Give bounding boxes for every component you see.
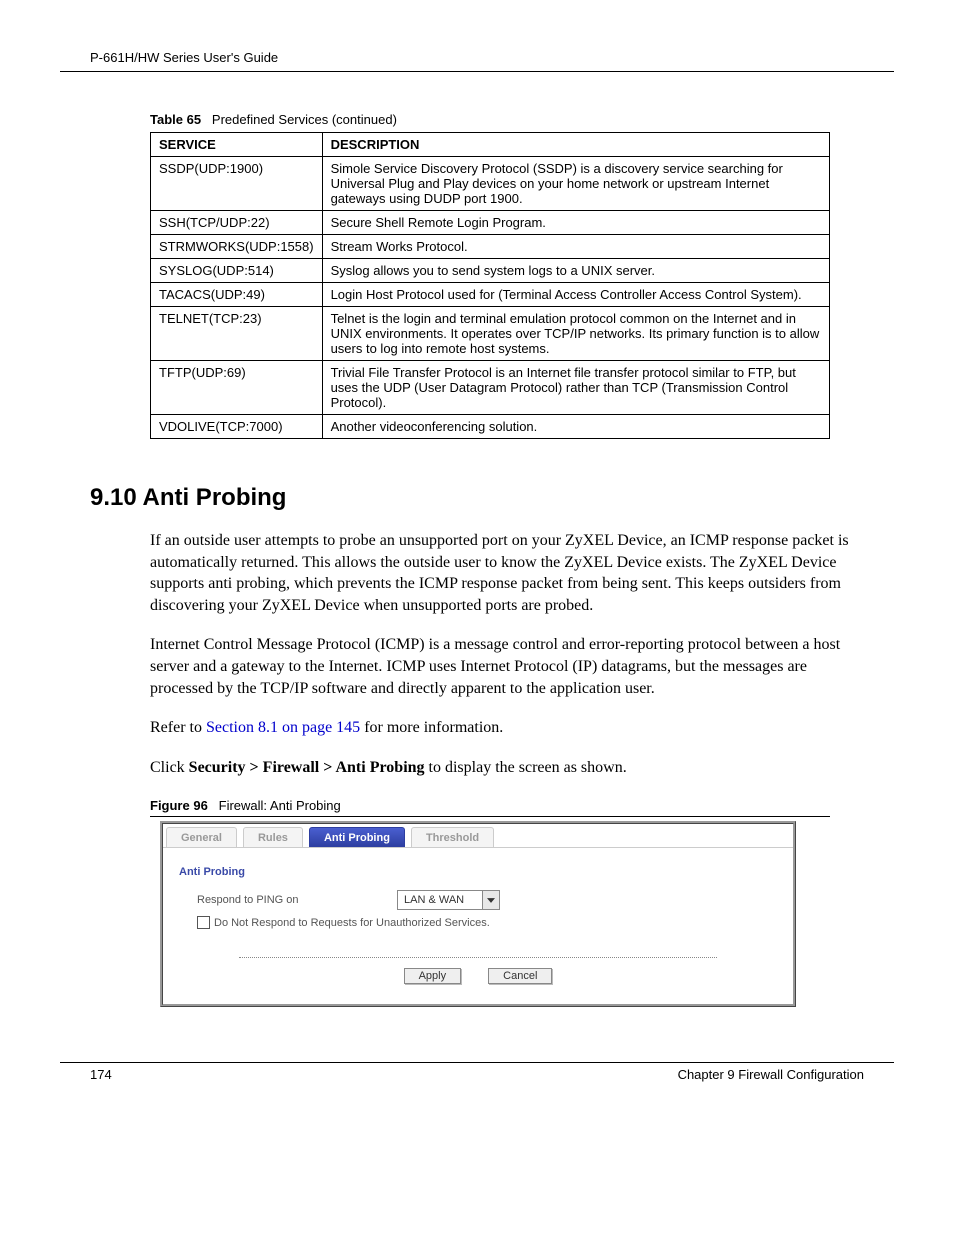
table-caption-text: Predefined Services (continued): [212, 112, 397, 127]
tab-threshold[interactable]: Threshold: [411, 827, 494, 847]
paragraph-1: If an outside user attempts to probe an …: [150, 530, 864, 616]
firewall-screenshot: General Rules Anti Probing Threshold Ant…: [160, 821, 796, 1007]
nav-path: Security > Firewall > Anti Probing: [189, 759, 425, 776]
figure-caption: Figure 96 Firewall: Anti Probing: [150, 798, 830, 817]
paragraph-3: Refer to Section 8.1 on page 145 for mor…: [150, 717, 864, 739]
figure-caption-text: Firewall: Anti Probing: [219, 798, 341, 813]
table-row: TACACS(UDP:49)Login Host Protocol used f…: [151, 283, 830, 307]
col-description: DESCRIPTION: [322, 133, 829, 157]
table-row: VDOLIVE(TCP:7000)Another videoconferenci…: [151, 415, 830, 439]
apply-button[interactable]: Apply: [404, 968, 462, 984]
cross-ref-link[interactable]: Section 8.1 on page 145: [206, 719, 360, 736]
tab-general[interactable]: General: [166, 827, 237, 847]
table-row: TELNET(TCP:23)Telnet is the login and te…: [151, 307, 830, 361]
page-footer: 174 Chapter 9 Firewall Configuration: [60, 1062, 894, 1082]
table-number: Table 65: [150, 112, 201, 127]
paragraph-2: Internet Control Message Protocol (ICMP)…: [150, 634, 864, 699]
panel-heading: Anti Probing: [179, 866, 777, 878]
tab-anti-probing[interactable]: Anti Probing: [309, 827, 405, 847]
table-row: SYSLOG(UDP:514)Syslog allows you to send…: [151, 259, 830, 283]
figure-number: Figure 96: [150, 798, 208, 813]
unauthorized-checkbox[interactable]: [197, 916, 210, 929]
respond-ping-label: Respond to PING on: [197, 894, 397, 906]
col-service: SERVICE: [151, 133, 323, 157]
table-row: SSH(TCP/UDP:22)Secure Shell Remote Login…: [151, 211, 830, 235]
services-table: SERVICE DESCRIPTION SSDP(UDP:1900)Simole…: [150, 132, 830, 439]
page-number: 174: [90, 1067, 112, 1082]
table-row: SSDP(UDP:1900)Simole Service Discovery P…: [151, 157, 830, 211]
chevron-down-icon: [482, 891, 499, 909]
paragraph-4: Click Security > Firewall > Anti Probing…: [150, 757, 864, 779]
respond-ping-select[interactable]: LAN & WAN: [397, 890, 500, 910]
tab-rules[interactable]: Rules: [243, 827, 303, 847]
respond-ping-value: LAN & WAN: [398, 893, 482, 907]
separator: [239, 957, 717, 958]
guide-title: P-661H/HW Series User's Guide: [90, 50, 278, 65]
section-heading: 9.10 Anti Probing: [90, 484, 864, 512]
tab-bar: General Rules Anti Probing Threshold: [163, 824, 793, 848]
chapter-label: Chapter 9 Firewall Configuration: [678, 1067, 864, 1082]
table-row: TFTP(UDP:69)Trivial File Transfer Protoc…: [151, 361, 830, 415]
unauthorized-label: Do Not Respond to Requests for Unauthori…: [214, 917, 490, 929]
table-caption: Table 65 Predefined Services (continued): [150, 112, 864, 127]
table-row: STRMWORKS(UDP:1558)Stream Works Protocol…: [151, 235, 830, 259]
page-header: P-661H/HW Series User's Guide: [60, 50, 894, 72]
cancel-button[interactable]: Cancel: [488, 968, 552, 984]
